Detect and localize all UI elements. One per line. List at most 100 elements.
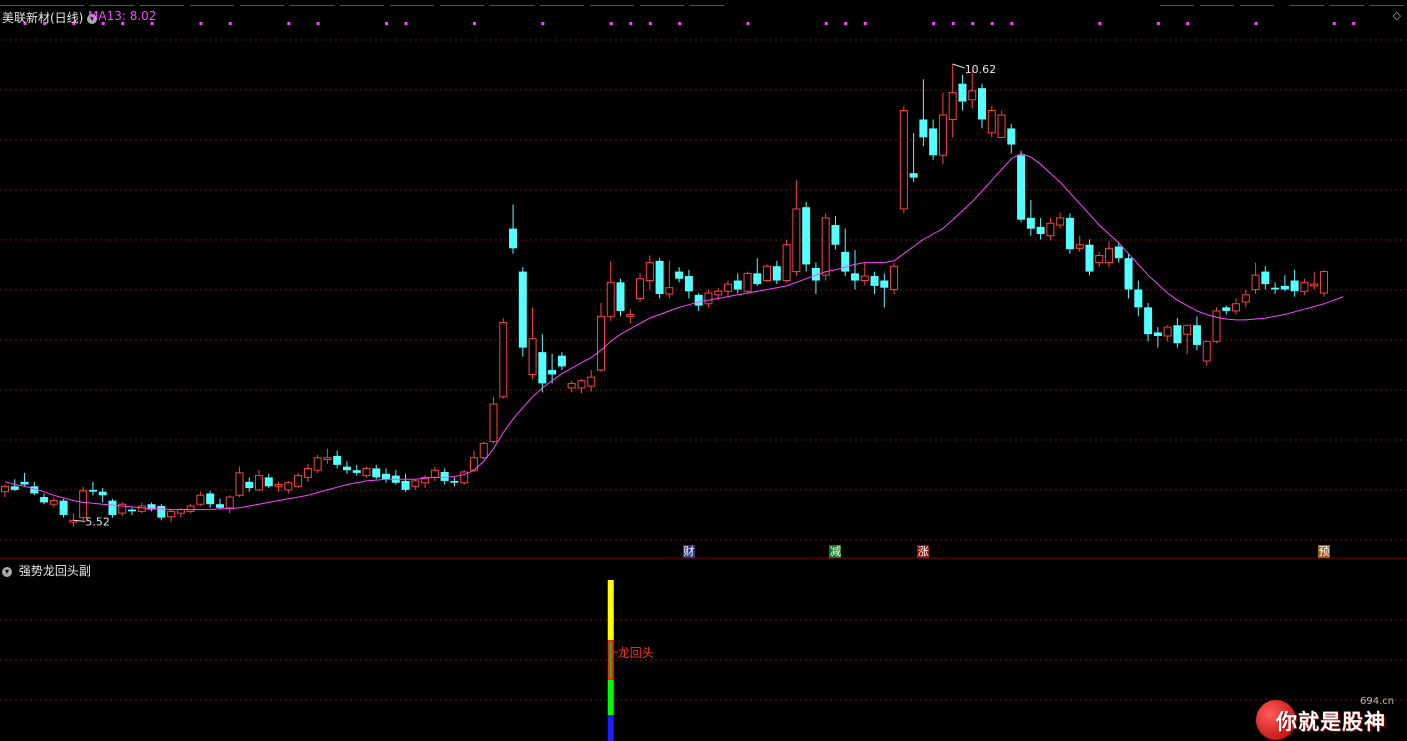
candle-body-up: [1, 485, 9, 493]
event-flag[interactable]: 减: [829, 545, 842, 558]
candle-body-down: [333, 455, 342, 465]
candle-body-up: [196, 494, 205, 505]
candle-body-up: [665, 287, 674, 295]
candle-body-down: [98, 491, 107, 496]
event-dot: [1098, 22, 1102, 25]
candle-body-down: [206, 493, 215, 505]
event-dot: [228, 22, 232, 25]
candle-body-down: [440, 472, 449, 481]
candle-body-up: [479, 442, 488, 459]
candle-body-up: [606, 281, 615, 317]
candle-body-down: [382, 473, 391, 480]
event-flag[interactable]: 预: [1317, 545, 1330, 558]
candle-body-up: [987, 110, 996, 134]
candle-body-down: [88, 489, 97, 492]
indicator-name: 强势龙回头副: [18, 564, 91, 578]
indicator-title: ▾ 强势龙回头副: [2, 562, 91, 579]
candle-body-down: [352, 470, 361, 473]
candle-body-down: [1173, 325, 1182, 344]
candle-body-up: [167, 510, 176, 518]
candle-body-down: [518, 271, 527, 348]
candle-body-up: [997, 114, 1006, 138]
event-dot: [629, 22, 633, 25]
candle-body-down: [958, 83, 967, 102]
candle-body-down: [684, 276, 693, 292]
candle-body-down: [538, 352, 547, 384]
candle-body-up: [899, 110, 908, 210]
candle-body-down: [1222, 307, 1231, 311]
candle-body-down: [694, 294, 703, 306]
candle-body-up: [792, 208, 801, 273]
candle-body-up: [255, 475, 264, 491]
candle-body-up: [499, 322, 508, 398]
candle-body-down: [1114, 246, 1123, 259]
candle-body-up: [430, 469, 439, 478]
candle-body-down: [20, 481, 29, 485]
watermark-text: 你就是股神: [1276, 710, 1386, 734]
signal-segment: [607, 715, 614, 741]
candle-body-down: [557, 355, 566, 367]
candle-body-up: [1212, 310, 1221, 342]
candle-body-up: [294, 475, 303, 487]
candle-body-down: [753, 273, 762, 285]
event-dot: [648, 22, 652, 25]
candle-body-up: [645, 262, 654, 282]
candle-body-down: [1007, 128, 1016, 145]
event-flag[interactable]: 财: [682, 545, 695, 558]
chevron-icon[interactable]: ▾: [2, 566, 12, 577]
watermark: 你就是股神 694.cn: [1256, 696, 1406, 741]
candle-body-up: [636, 278, 645, 299]
candle-body-down: [1085, 244, 1094, 272]
candle-body-up: [1300, 281, 1309, 292]
candle-body-down: [655, 260, 664, 294]
candle-body-up: [596, 315, 605, 371]
candlestick-series: [1, 64, 1328, 527]
candle-body-up: [303, 467, 312, 478]
candle-body-up: [1105, 247, 1114, 264]
sub-grid: [0, 619, 1407, 701]
event-dot: [385, 22, 389, 25]
candle-body-down: [342, 466, 351, 471]
candle-body-up: [49, 500, 58, 505]
candle-body-up: [362, 467, 371, 477]
event-flag[interactable]: 涨: [917, 545, 930, 558]
candle-body-down: [1134, 289, 1143, 308]
diamond-icon[interactable]: ◇: [1393, 9, 1401, 22]
event-dot: [932, 22, 936, 25]
candle-body-up: [225, 496, 234, 509]
candle-body-down: [1026, 217, 1035, 229]
candle-body-up: [186, 505, 195, 512]
candle-body-up: [1202, 340, 1211, 362]
candle-body-up: [323, 457, 332, 460]
candle-body-up: [1095, 254, 1104, 264]
high-arrow: [952, 63, 965, 69]
candle-body-down: [733, 280, 742, 290]
candle-body-up: [411, 480, 420, 487]
candle-body-down: [772, 266, 781, 281]
candle-body-down: [831, 225, 840, 245]
candle-body-up: [1251, 274, 1260, 290]
candle-body-up: [1232, 303, 1241, 312]
candle-body-up: [284, 482, 293, 491]
candle-body-up: [860, 275, 869, 282]
candle-body-up: [763, 265, 772, 282]
stock-name: 美联新材(日线): [2, 11, 84, 25]
low-price-label: 5.52: [85, 515, 110, 528]
candle-body-down: [850, 273, 859, 281]
event-dot: [1254, 22, 1258, 25]
main-grid: [0, 39, 1407, 541]
event-dot: [287, 22, 291, 25]
candle-body-up: [528, 338, 537, 375]
candle-body-up: [235, 472, 244, 496]
event-dot: [541, 22, 545, 25]
event-dot: [678, 22, 682, 25]
candle-body-up: [1183, 324, 1192, 335]
candle-body-down: [450, 480, 459, 483]
candle-body-down: [909, 173, 918, 178]
signal-label: 龙回头: [618, 646, 654, 660]
signal-core: [609, 642, 612, 678]
candle-body-up: [938, 114, 947, 156]
event-dot: [844, 22, 848, 25]
candle-body-up: [1163, 326, 1172, 337]
candle-body-up: [1056, 217, 1065, 226]
